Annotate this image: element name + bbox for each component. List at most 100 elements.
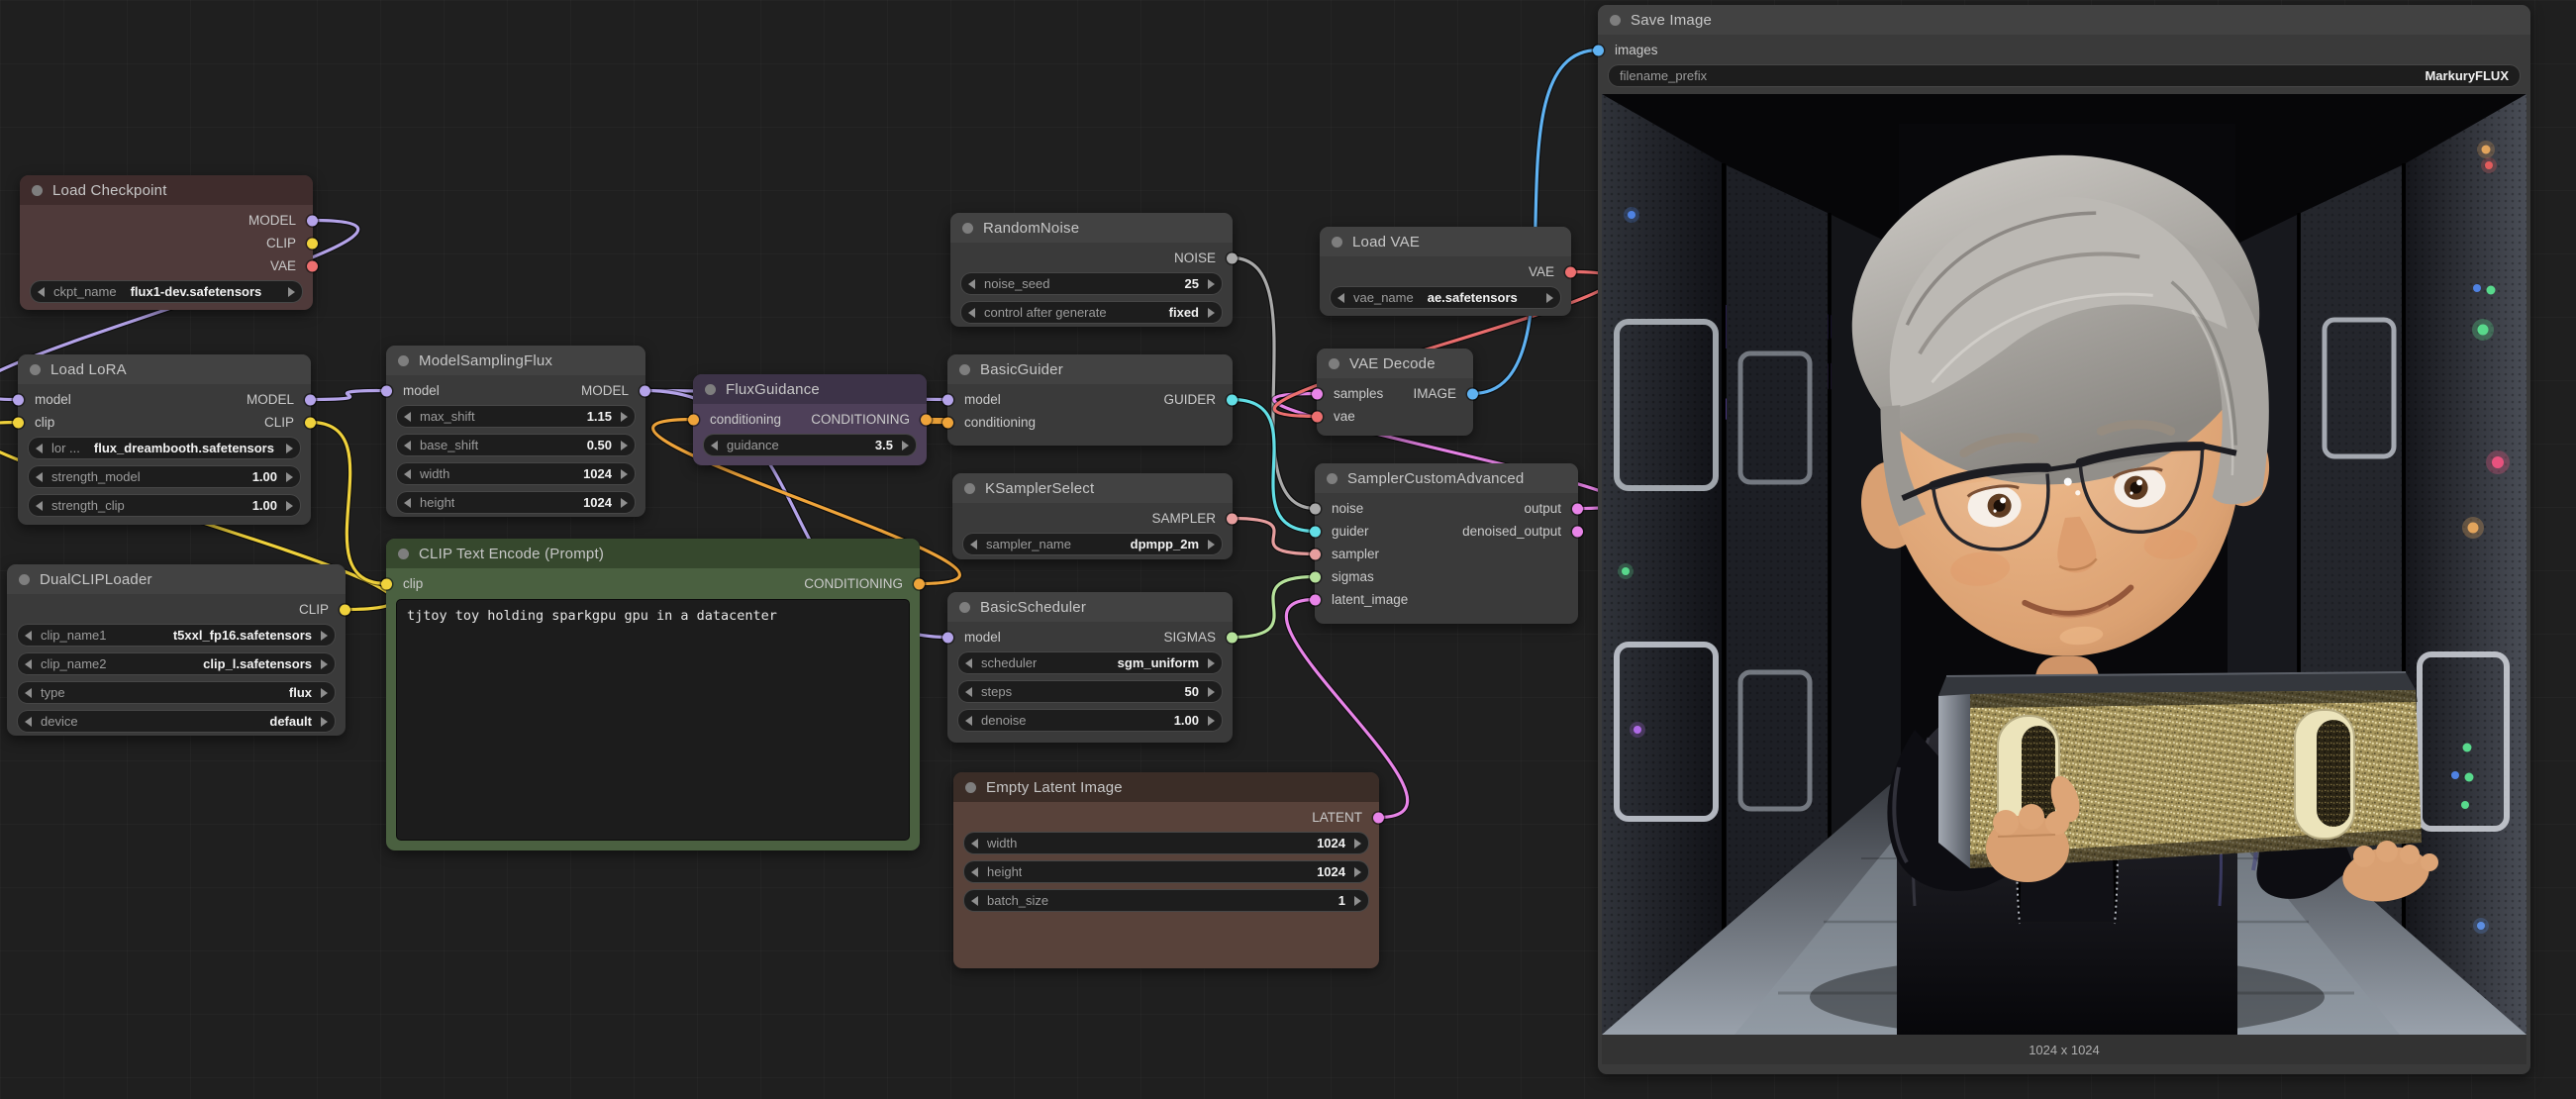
collapse-dot-icon[interactable] — [19, 574, 30, 585]
node-header[interactable]: SamplerCustomAdvanced — [1315, 463, 1578, 493]
input-dot-model[interactable] — [942, 632, 953, 643]
collapse-dot-icon[interactable] — [705, 384, 716, 395]
node-header[interactable]: DualCLIPLoader — [7, 564, 346, 594]
input-dot-conditioning[interactable] — [688, 414, 699, 425]
widget-height[interactable]: height1024 — [963, 860, 1369, 883]
increment-arrow-icon[interactable] — [286, 472, 293, 482]
output-dot-VAE[interactable] — [307, 260, 318, 271]
output-dot-SAMPLER[interactable] — [1227, 513, 1238, 524]
increment-arrow-icon[interactable] — [621, 441, 628, 450]
decrement-arrow-icon[interactable] — [36, 501, 43, 511]
output-dot-NOISE[interactable] — [1227, 252, 1238, 263]
widget-ckpt-name[interactable]: ckpt_nameflux1-dev.safetensors — [30, 280, 303, 303]
widget-scheduler[interactable]: schedulersgm_uniform — [957, 651, 1223, 674]
collapse-dot-icon[interactable] — [398, 355, 409, 366]
collapse-dot-icon[interactable] — [959, 364, 970, 375]
increment-arrow-icon[interactable] — [1208, 308, 1215, 318]
output-dot-MODEL[interactable] — [307, 215, 318, 226]
decrement-arrow-icon[interactable] — [404, 469, 411, 479]
node-header[interactable]: ModelSamplingFlux — [386, 346, 645, 375]
node-load_vae[interactable]: Load VAEVAEvae_nameae.safetensors — [1320, 227, 1571, 316]
widget-lor-[interactable]: lor ...flux_dreambooth.safetensors — [28, 437, 301, 459]
node-header[interactable]: BasicGuider — [947, 354, 1233, 384]
increment-arrow-icon[interactable] — [1208, 540, 1215, 550]
widget-filename-prefix[interactable]: filename_prefixMarkuryFLUX — [1608, 64, 2521, 87]
output-dot-CONDITIONING[interactable] — [921, 414, 932, 425]
node-basic_guider[interactable]: BasicGuidermodelconditioningGUIDER — [947, 354, 1233, 446]
input-dot-model[interactable] — [13, 394, 24, 405]
node-vae_decode[interactable]: VAE DecodesamplesvaeIMAGE — [1317, 349, 1473, 436]
input-dot-conditioning[interactable] — [942, 417, 953, 428]
decrement-arrow-icon[interactable] — [971, 867, 978, 877]
output-dot-CLIP[interactable] — [305, 417, 316, 428]
widget-noise-seed[interactable]: noise_seed25 — [960, 272, 1223, 295]
widget-vae-name[interactable]: vae_nameae.safetensors — [1330, 286, 1561, 309]
input-dot-clip[interactable] — [381, 578, 392, 589]
decrement-arrow-icon[interactable] — [25, 688, 32, 698]
output-dot-GUIDER[interactable] — [1227, 394, 1238, 405]
collapse-dot-icon[interactable] — [1327, 473, 1338, 484]
increment-arrow-icon[interactable] — [621, 469, 628, 479]
widget-width[interactable]: width1024 — [963, 832, 1369, 854]
increment-arrow-icon[interactable] — [1208, 687, 1215, 697]
input-dot-samples[interactable] — [1312, 388, 1323, 399]
widget-device[interactable]: devicedefault — [17, 710, 336, 733]
output-dot-output[interactable] — [1572, 503, 1583, 514]
decrement-arrow-icon[interactable] — [1338, 293, 1344, 303]
decrement-arrow-icon[interactable] — [968, 308, 975, 318]
output-dot-VAE[interactable] — [1565, 266, 1576, 277]
node-header[interactable]: FluxGuidance — [693, 374, 927, 404]
decrement-arrow-icon[interactable] — [38, 287, 45, 297]
decrement-arrow-icon[interactable] — [404, 498, 411, 508]
node-model_sampling_flux[interactable]: ModelSamplingFluxmodelMODELmax_shift1.15… — [386, 346, 645, 517]
decrement-arrow-icon[interactable] — [711, 441, 718, 450]
node-ksampler_select[interactable]: KSamplerSelectSAMPLERsampler_namedpmpp_2… — [952, 473, 1233, 559]
increment-arrow-icon[interactable] — [1208, 716, 1215, 726]
output-dot-denoised_output[interactable] — [1572, 526, 1583, 537]
node-clip_text_encode[interactable]: CLIP Text Encode (Prompt)clipCONDITIONIN… — [386, 539, 920, 850]
node-header[interactable]: BasicScheduler — [947, 592, 1233, 622]
decrement-arrow-icon[interactable] — [36, 472, 43, 482]
increment-arrow-icon[interactable] — [321, 659, 328, 669]
input-dot-sampler[interactable] — [1310, 549, 1321, 559]
decrement-arrow-icon[interactable] — [970, 540, 977, 550]
input-dot-model[interactable] — [942, 394, 953, 405]
prompt-textarea[interactable]: tjtoy toy holding sparkgpu gpu in a data… — [396, 599, 910, 841]
increment-arrow-icon[interactable] — [902, 441, 909, 450]
decrement-arrow-icon[interactable] — [36, 444, 43, 453]
input-dot-noise[interactable] — [1310, 503, 1321, 514]
collapse-dot-icon[interactable] — [30, 364, 41, 375]
output-dot-CLIP[interactable] — [307, 238, 318, 249]
widget-base-shift[interactable]: base_shift0.50 — [396, 434, 636, 456]
output-dot-CONDITIONING[interactable] — [914, 578, 925, 589]
widget-height[interactable]: height1024 — [396, 491, 636, 514]
input-dot-vae[interactable] — [1312, 411, 1323, 422]
collapse-dot-icon[interactable] — [964, 483, 975, 494]
increment-arrow-icon[interactable] — [321, 631, 328, 641]
decrement-arrow-icon[interactable] — [968, 279, 975, 289]
increment-arrow-icon[interactable] — [1354, 867, 1361, 877]
input-dot-clip[interactable] — [13, 417, 24, 428]
output-dot-LATENT[interactable] — [1373, 812, 1384, 823]
node-flux_guidance[interactable]: FluxGuidanceconditioningCONDITIONINGguid… — [693, 374, 927, 465]
collapse-dot-icon[interactable] — [965, 782, 976, 793]
node-header[interactable]: RandomNoise — [950, 213, 1233, 243]
decrement-arrow-icon[interactable] — [971, 896, 978, 906]
node-graph-canvas[interactable]: Load CheckpointMODELCLIPVAEckpt_nameflux… — [0, 0, 2576, 1099]
output-dot-MODEL[interactable] — [305, 394, 316, 405]
node-header[interactable]: Load Checkpoint — [20, 175, 313, 205]
widget-clip-name2[interactable]: clip_name2clip_l.safetensors — [17, 652, 336, 675]
increment-arrow-icon[interactable] — [1208, 279, 1215, 289]
collapse-dot-icon[interactable] — [32, 185, 43, 196]
increment-arrow-icon[interactable] — [1208, 658, 1215, 668]
output-dot-MODEL[interactable] — [640, 385, 650, 396]
widget-control-after-generate[interactable]: control after generatefixed — [960, 301, 1223, 324]
input-dot-images[interactable] — [1593, 45, 1604, 55]
node-empty_latent[interactable]: Empty Latent ImageLATENTwidth1024height1… — [953, 772, 1379, 968]
collapse-dot-icon[interactable] — [962, 223, 973, 234]
increment-arrow-icon[interactable] — [286, 501, 293, 511]
decrement-arrow-icon[interactable] — [965, 687, 972, 697]
increment-arrow-icon[interactable] — [621, 498, 628, 508]
node-header[interactable]: Load VAE — [1320, 227, 1571, 256]
node-sampler_custom_advanced[interactable]: SamplerCustomAdvancednoiseguidersamplers… — [1315, 463, 1578, 624]
